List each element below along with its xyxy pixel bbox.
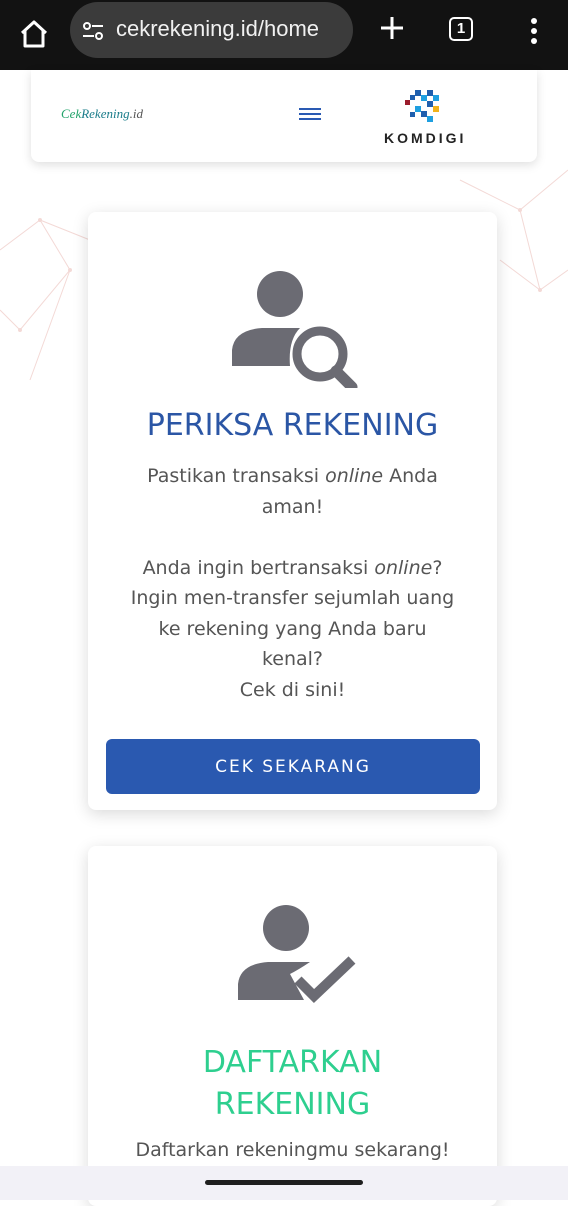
more-vert-icon[interactable] (522, 14, 546, 48)
user-check-icon (238, 905, 356, 1003)
card-description: Pastikan transaksi online Anda aman! And… (108, 461, 477, 705)
description-line: Ingin men-transfer sejumlah uang (130, 587, 455, 609)
address-bar[interactable]: cekrekening.id/home (70, 2, 353, 58)
card-title: DAFTARKAN REKENING (88, 1042, 497, 1126)
site-settings-icon[interactable] (82, 20, 104, 42)
title-line-2: REKENING (214, 1087, 371, 1122)
description-line: kenal? (261, 648, 324, 670)
logo-part-1: Cek (61, 106, 82, 121)
description-line: Cek di sini! (239, 678, 346, 701)
user-search-icon (232, 271, 358, 388)
logo-part-3: .id (129, 106, 143, 121)
card-title: PERIKSA REKENING (146, 408, 439, 443)
system-nav-bar (0, 1166, 568, 1200)
site-header: CekRekening.id KOMDIGI (31, 70, 537, 162)
periksa-rekening-card: PERIKSA REKENING Pastikan transaksi onli… (88, 212, 497, 810)
tab-count: 1 (456, 20, 466, 37)
komdigi-logo-icon (405, 90, 439, 122)
title-line-1: DAFTARKAN (202, 1045, 383, 1080)
plus-icon[interactable] (376, 12, 408, 44)
description-line: Anda ingin bertransaksi online? (142, 556, 443, 579)
daftarkan-rekening-card: DAFTARKAN REKENING Daftarkan rekeningmu … (88, 846, 497, 1206)
description-line: aman! (261, 495, 324, 518)
logo-part-2: Rekening (81, 106, 130, 121)
card-description: Daftarkan rekeningmu sekarang! (135, 1139, 450, 1161)
description-line: Pastikan transaksi online Anda (147, 465, 438, 487)
cek-sekarang-button[interactable]: CEK SEKARANG (106, 739, 480, 794)
description-line: ke rekening yang Anda baru (158, 617, 427, 640)
browser-toolbar: cekrekening.id/home 1 (0, 0, 568, 70)
partner-name: KOMDIGI (384, 130, 467, 146)
home-icon[interactable] (14, 14, 54, 54)
gesture-handle[interactable] (205, 1180, 363, 1185)
tabs-icon[interactable]: 1 (449, 17, 473, 41)
hamburger-menu-icon[interactable] (299, 105, 321, 125)
site-logo[interactable]: CekRekening.id (61, 106, 143, 122)
url-text: cekrekening.id/home (116, 16, 320, 41)
